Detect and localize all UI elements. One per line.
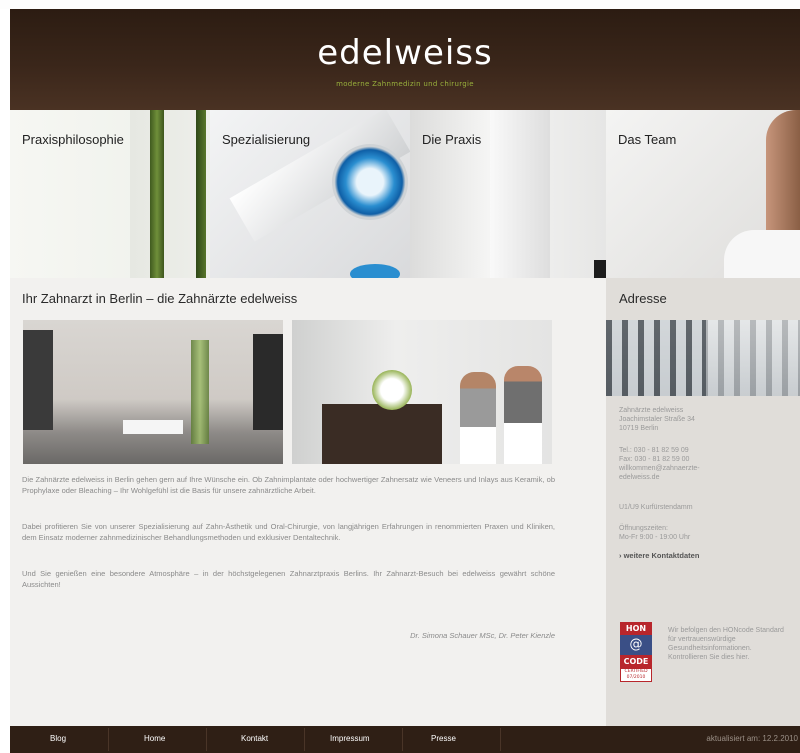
nav-die-praxis[interactable]: Die Praxis xyxy=(410,110,606,278)
email-link[interactable]: edelweiss.de xyxy=(619,473,789,482)
address-line: 10719 Berlin xyxy=(619,425,659,432)
address-line: Joachimstaler Straße 34 xyxy=(619,416,695,423)
footer-link-presse[interactable]: Presse xyxy=(431,734,456,743)
nav-image-team xyxy=(724,230,800,278)
last-updated: aktualisiert am: 12.2.2010 xyxy=(706,734,798,743)
sidebar: Adresse Zahnärzte edelweiss Joachimstale… xyxy=(606,278,800,726)
building-photo xyxy=(606,320,800,396)
nav-label: Spezialisierung xyxy=(222,132,311,147)
footer-divider xyxy=(108,728,109,751)
footer-link-impressum[interactable]: Impressum xyxy=(330,734,370,743)
nav-image-room xyxy=(490,110,550,278)
transit-info: U1/U9 Kurfürstendamm xyxy=(619,504,693,511)
address-block: Zahnärzte edelweiss Joachimstaler Straße… xyxy=(619,406,789,433)
footer-divider xyxy=(206,728,207,751)
signature: Dr. Simona Schauer MSc, Dr. Peter Kienzl… xyxy=(410,631,555,640)
site-footer: Blog Home Kontakt Impressum Presse aktua… xyxy=(10,726,800,753)
dental-lamp-icon xyxy=(350,264,400,278)
team-photo-reception xyxy=(292,320,552,464)
footer-link-home[interactable]: Home xyxy=(144,734,165,743)
footer-divider xyxy=(304,728,305,751)
intro-paragraph: Die Zahnärzte edelweiss in Berlin gehen … xyxy=(22,475,555,495)
intro-paragraph: Und Sie genießen eine besondere Atmosphä… xyxy=(22,569,555,589)
hon-certified-label: CERTIFIED 07/2010 xyxy=(620,668,652,682)
email-link[interactable]: willkommen@zahnaerzte- xyxy=(619,464,789,473)
footer-divider xyxy=(500,728,501,751)
contact-block: Tel.: 030 - 81 82 59 09 Fax: 030 - 81 82… xyxy=(619,446,789,482)
footer-link-kontakt[interactable]: Kontakt xyxy=(241,734,268,743)
site-logo[interactable]: edelweiss xyxy=(10,33,800,73)
footer-divider xyxy=(402,728,403,751)
sidebar-title: Adresse xyxy=(619,291,667,306)
dental-lamp-icon xyxy=(332,144,408,220)
site-header: edelweiss moderne Zahnmedizin und chirur… xyxy=(10,9,800,110)
hon-code-text: Wir befolgen den HONcode Standard für ve… xyxy=(668,627,784,661)
top-strip xyxy=(0,0,800,9)
footer-link-blog[interactable]: Blog xyxy=(50,734,66,743)
nav-label: Die Praxis xyxy=(422,132,482,147)
more-contact-link[interactable]: › weitere Kontaktdaten xyxy=(619,551,699,560)
phone: Tel.: 030 - 81 82 59 09 xyxy=(619,447,689,454)
page-title: Ihr Zahnarzt in Berlin – die Zahnärzte e… xyxy=(22,291,298,306)
intro-paragraph: Dabei profitieren Sie von unserer Spezia… xyxy=(22,522,555,542)
nav-label: Das Team xyxy=(618,132,677,147)
nav-image-room xyxy=(594,260,606,278)
nav-praxisphilosophie[interactable]: Praxisphilosophie xyxy=(10,110,210,278)
address-line: Zahnärzte edelweiss xyxy=(619,407,684,414)
site-tagline: moderne Zahnmedizin und chirurgie xyxy=(336,80,474,88)
hon-code-badge-icon[interactable]: HON @ CODE CERTIFIED 07/2010 xyxy=(620,622,652,682)
nav-label: Praxisphilosophie xyxy=(22,132,124,147)
main-navigation: Praxisphilosophie Spezialisierung Die Pr… xyxy=(10,110,800,278)
hon-code-label: CODE xyxy=(620,655,652,668)
bamboo-stalk xyxy=(150,110,164,278)
nav-das-team[interactable]: Das Team xyxy=(606,110,800,278)
bamboo-stalk xyxy=(196,110,206,278)
nav-spezialisierung[interactable]: Spezialisierung xyxy=(210,110,410,278)
opening-hours: Öffnungszeiten: Mo-Fr 9:00 - 19:00 Uhr xyxy=(619,524,789,542)
practice-photo-reception xyxy=(23,320,283,464)
fax: Fax: 030 - 81 82 59 00 xyxy=(619,456,690,463)
hon-label: HON xyxy=(620,622,652,635)
hours-value: Mo-Fr 9:00 - 19:00 Uhr xyxy=(619,534,691,541)
hon-at-icon: @ xyxy=(620,635,652,655)
main-content: Ihr Zahnarzt in Berlin – die Zahnärzte e… xyxy=(10,278,606,726)
hours-label: Öffnungszeiten: xyxy=(619,525,668,532)
